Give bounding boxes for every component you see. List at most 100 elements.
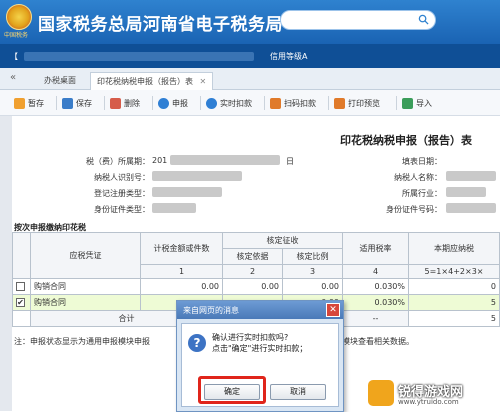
rate-cell: 0.030% — [342, 278, 409, 295]
amount-cell[interactable]: 0.00 — [140, 278, 223, 295]
basis-column-header: 核定依据 — [222, 248, 283, 265]
total-payable-cell: 5 — [408, 310, 500, 327]
index-cell: 5=1×4+2×3× — [408, 264, 500, 279]
toolbar-divider — [328, 96, 329, 110]
redacted-reg-type — [152, 187, 222, 197]
site-title: 国家税务总局河南省电子税务局 — [38, 15, 283, 35]
toolbar-divider — [200, 96, 201, 110]
tab-label: 印花税纳税申报（报告）表 — [97, 77, 193, 86]
redacted-id-number — [446, 203, 496, 213]
checkbox-column-header — [12, 232, 31, 279]
fill-date-label: 填表日期： — [402, 157, 442, 166]
save-draft-button[interactable]: 暂存 — [14, 95, 44, 111]
bracket-glyph: 【 — [10, 52, 18, 61]
redacted-taxpayer-name — [446, 171, 496, 181]
user-info-bar: 【 信用等级A — [0, 44, 500, 68]
footnote-left: 注：申报状态显示为通用申报模块申报 — [14, 337, 150, 346]
search-input[interactable] — [280, 10, 436, 30]
credit-level: 信用等级A — [270, 52, 308, 61]
scan-deduct-button[interactable]: 扫码扣款 — [270, 95, 316, 111]
dialog-close-icon[interactable]: ✕ — [326, 303, 340, 317]
tab-desktop[interactable]: 办税桌面 — [38, 72, 82, 90]
approve-group-header: 核定征收 — [222, 232, 343, 249]
index-cell: 4 — [342, 264, 409, 279]
period-value: 201 — [152, 156, 168, 165]
site-watermark: 锐得游戏网 www.ytruido.com — [368, 380, 498, 410]
ratio-cell[interactable]: 0.00 — [282, 278, 343, 295]
toolbar-divider — [396, 96, 397, 110]
draft-icon — [14, 97, 25, 109]
search-icon[interactable] — [418, 14, 429, 25]
question-icon: ? — [188, 334, 206, 352]
redacted-id-type — [152, 203, 196, 213]
row-checkbox-cell[interactable]: ✔ — [12, 294, 31, 311]
toolbar-divider — [56, 96, 57, 110]
confirm-cancel-button[interactable]: 取消 — [270, 384, 326, 400]
emblem-caption: 中国税务 — [4, 32, 29, 39]
amount-column-header: 计税金额或件数 — [140, 232, 223, 265]
row-checkbox[interactable] — [16, 282, 25, 291]
ok-highlight-box — [198, 376, 266, 404]
index-cell: 1 — [140, 264, 223, 279]
payable-column-header: 本期应纳税 — [408, 232, 500, 265]
voucher-cell[interactable]: 购销合同 — [30, 294, 141, 311]
import-icon — [402, 97, 413, 109]
basis-cell[interactable]: 0.00 — [222, 278, 283, 295]
voucher-cell[interactable]: 购销合同 — [30, 278, 141, 295]
redacted-period — [170, 155, 280, 165]
realtime-deduct-button[interactable]: 实时扣款 — [206, 95, 252, 111]
watermark-url: www.ytruido.com — [398, 398, 459, 406]
tabs-collapse-icon[interactable]: « — [10, 72, 16, 83]
qr-icon — [270, 97, 281, 109]
payable-cell: 5 — [408, 294, 500, 311]
dialog-message-line1: 确认进行实时扣款吗? — [212, 333, 289, 342]
import-button[interactable]: 导入 — [402, 95, 432, 111]
redacted-user-name — [24, 52, 254, 61]
row-checkbox[interactable]: ✔ — [16, 298, 25, 307]
tab-close-icon[interactable]: ✕ — [200, 77, 207, 86]
reg-type-label: 登记注册类型： — [94, 189, 150, 198]
delete-button[interactable]: 删除 — [110, 95, 140, 111]
taxpayer-id-label: 纳税人识别号： — [94, 173, 150, 182]
floppy-icon — [62, 97, 73, 109]
tab-label: 办税桌面 — [44, 76, 76, 85]
total-rate-cell: -- — [342, 310, 409, 327]
declare-icon — [158, 97, 169, 109]
ratio-column-header: 核定比例 — [282, 248, 343, 265]
declare-button[interactable]: 申报 — [158, 95, 188, 111]
form-title: 印花税纳税申报（报告）表 — [340, 134, 472, 147]
trash-icon — [110, 97, 121, 109]
taxpayer-name-label: 纳税人名称： — [394, 173, 442, 182]
print-preview-button[interactable]: 打印预览 — [334, 95, 380, 111]
toolbar-divider — [152, 96, 153, 110]
period-label: 税（费）所属期： — [86, 157, 150, 166]
dialog-title: 来自网页的消息 — [177, 301, 343, 319]
clock-icon — [206, 97, 217, 109]
left-gutter — [0, 116, 12, 411]
printer-icon — [334, 97, 345, 109]
table-row[interactable]: 购销合同 0.00 0.00 0.00 0.030% 0 — [12, 278, 500, 295]
save-button[interactable]: 保存 — [62, 95, 92, 111]
dialog-body: ? 确认进行实时扣款吗? 点击"确定"进行实时扣款； 确定 取消 — [181, 323, 339, 407]
footnote: 注：申报状态显示为通用申报模块申报 模块查看相关数据。 — [14, 336, 414, 347]
redacted-taxpayer-id — [152, 171, 242, 181]
tab-bar: « 办税桌面 印花税纳税申报（报告）表 ✕ — [0, 68, 500, 90]
id-type-label: 身份证件类型： — [94, 205, 150, 214]
row-checkbox-cell[interactable] — [12, 278, 31, 295]
period-suffix: 日 — [286, 157, 294, 166]
total-blank-cell — [12, 310, 31, 327]
footnote-right: 模块查看相关数据。 — [342, 337, 414, 346]
confirm-dialog: 来自网页的消息 ✕ ? 确认进行实时扣款吗? 点击"确定"进行实时扣款； 确定 … — [176, 300, 344, 412]
toolbar-divider — [104, 96, 105, 110]
toolbar-divider — [264, 96, 265, 110]
industry-label: 所属行业： — [402, 189, 442, 198]
rate-column-header: 适用税率 — [342, 232, 409, 265]
rate-cell: 0.030% — [342, 294, 409, 311]
payable-cell: 0 — [408, 278, 500, 295]
tab-stamp-tax-form[interactable]: 印花税纳税申报（报告）表 ✕ — [90, 72, 214, 90]
dialog-message-line2: 点击"确定"进行实时扣款； — [212, 344, 308, 353]
gamepad-logo-icon — [368, 380, 394, 406]
tax-emblem-icon — [6, 4, 32, 30]
voucher-column-header: 应税凭证 — [30, 232, 141, 279]
redacted-industry — [446, 187, 486, 197]
